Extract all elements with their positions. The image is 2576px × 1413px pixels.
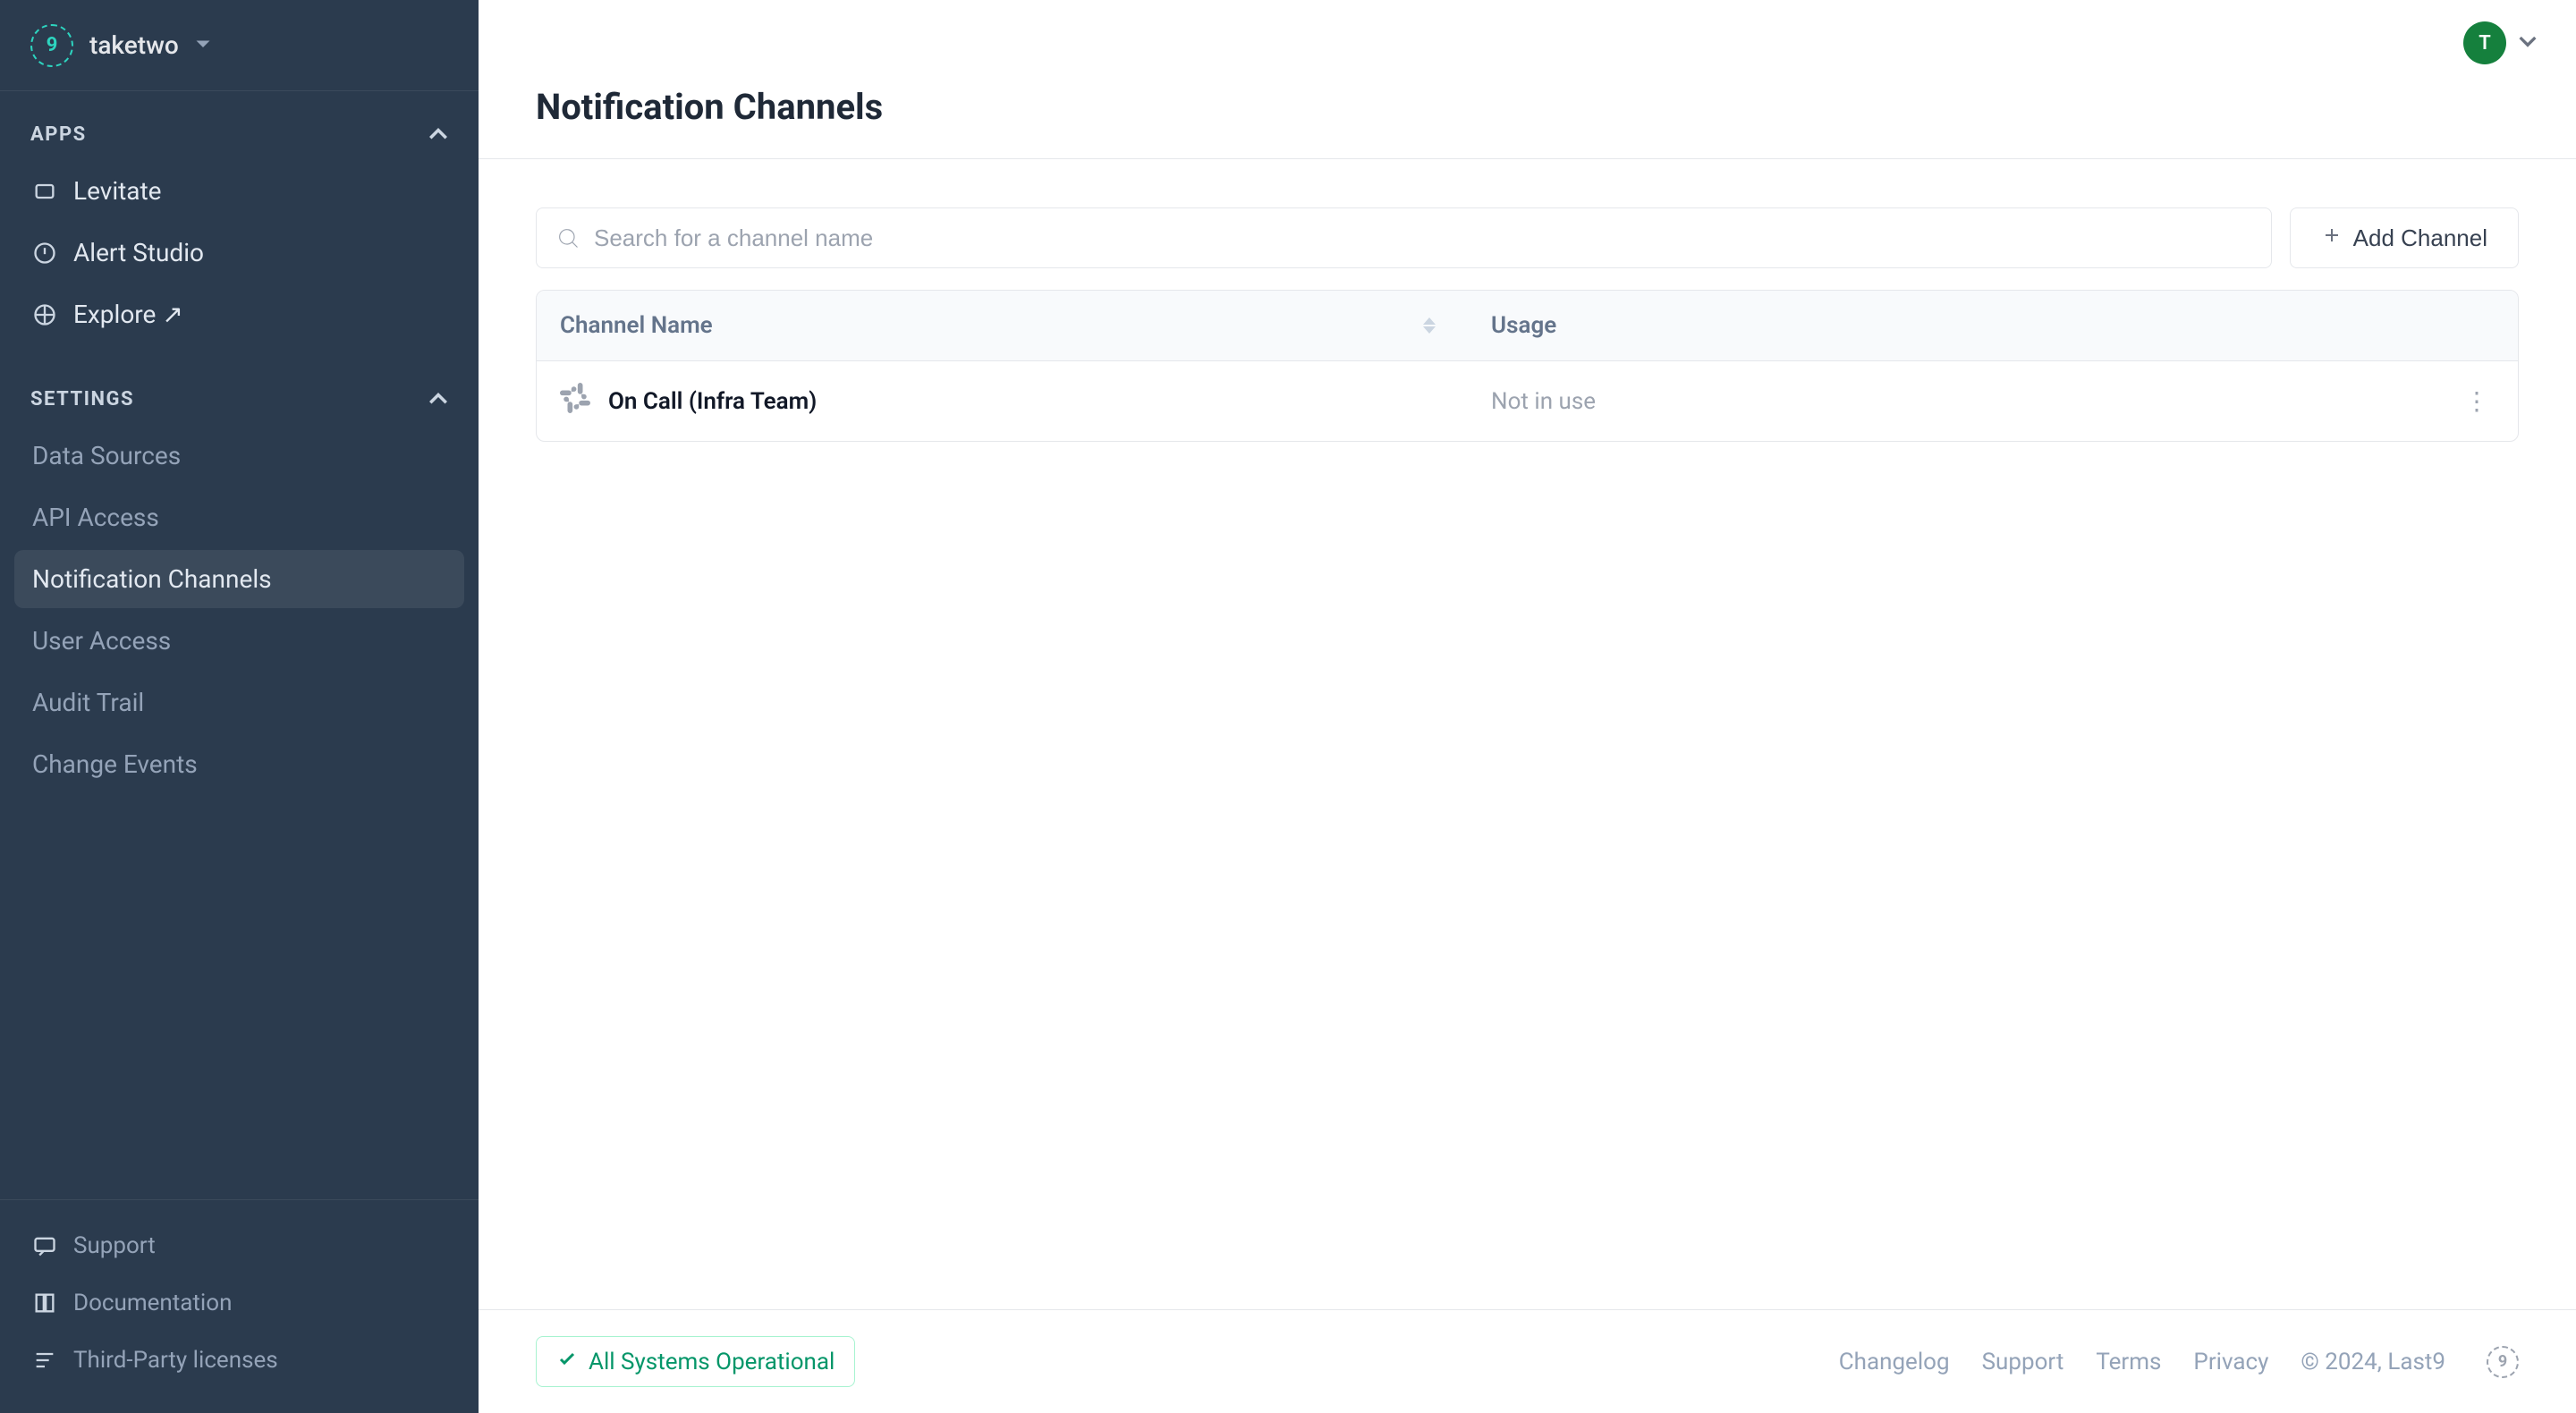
nav-item-label: Change Events [32, 749, 198, 779]
section-apps-header[interactable]: APPS [14, 106, 464, 162]
caret-down-icon [195, 37, 211, 54]
section-label: APPS [30, 123, 87, 146]
nav-item-label: Support [73, 1232, 156, 1259]
sort-icon [1423, 317, 1436, 334]
slack-icon [560, 383, 590, 419]
nav-item-label: User Access [32, 626, 171, 656]
channel-name: On Call (Infra Team) [608, 388, 817, 415]
page-title: Notification Channels [536, 86, 2519, 128]
avatar[interactable]: T [2463, 21, 2506, 64]
footer-link-privacy[interactable]: Privacy [2193, 1349, 2268, 1375]
org-name: taketwo [89, 30, 179, 60]
topbar: T [479, 0, 2576, 86]
brand-logo-small-icon: 9 [2487, 1346, 2519, 1378]
check-icon [556, 1348, 578, 1375]
sidebar-support[interactable]: Support [14, 1218, 464, 1273]
nav-item-label: Notification Channels [32, 564, 272, 594]
column-header-name[interactable]: Channel Name [537, 291, 1468, 360]
alert-icon [32, 241, 57, 266]
column-header-usage: Usage [1468, 291, 2446, 360]
status-text: All Systems Operational [589, 1349, 835, 1375]
nav-item-label: Alert Studio [73, 238, 204, 267]
column-label: Channel Name [560, 312, 713, 339]
sidebar-item-api-access[interactable]: API Access [14, 488, 464, 546]
main-content: T Notification Channels [479, 0, 2576, 1413]
footer-link-terms[interactable]: Terms [2096, 1349, 2161, 1375]
layers-icon [32, 179, 57, 204]
chevron-up-icon [428, 391, 448, 408]
book-icon [32, 1290, 57, 1316]
footer: All Systems Operational Changelog Suppor… [479, 1309, 2576, 1413]
column-label: Usage [1491, 312, 1556, 339]
chevron-down-icon[interactable] [2519, 35, 2537, 52]
add-channel-button[interactable]: Add Channel [2290, 207, 2519, 268]
sidebar-item-audit-trail[interactable]: Audit Trail [14, 673, 464, 732]
table-row[interactable]: On Call (Infra Team) Not in use ⋮ [537, 361, 2518, 441]
nav-item-label: Audit Trail [32, 688, 144, 717]
message-icon [32, 1233, 57, 1258]
sidebar-third-party-licenses[interactable]: Third-Party licenses [14, 1333, 464, 1388]
row-actions-menu[interactable]: ⋮ [2459, 384, 2495, 419]
explore-icon [32, 302, 57, 327]
sidebar-item-explore[interactable]: Explore ↗ [14, 285, 464, 343]
sidebar-item-alert-studio[interactable]: Alert Studio [14, 224, 464, 282]
sidebar-documentation[interactable]: Documentation [14, 1275, 464, 1331]
list-icon [32, 1348, 57, 1373]
sidebar-item-change-events[interactable]: Change Events [14, 735, 464, 793]
nav-item-label: Third-Party licenses [73, 1347, 278, 1374]
brand-logo-icon: 9 [30, 24, 73, 67]
section-label: SETTINGS [30, 388, 134, 410]
copyright: © 2024, Last9 [2301, 1349, 2445, 1375]
usage-text: Not in use [1491, 388, 1596, 415]
nav-item-label: Levitate [73, 176, 162, 206]
chevron-up-icon [428, 126, 448, 143]
section-settings-header[interactable]: SETTINGS [14, 370, 464, 427]
nav-item-label: Explore ↗ [73, 300, 183, 329]
footer-link-support[interactable]: Support [1982, 1349, 2064, 1375]
nav-item-label: API Access [32, 503, 159, 532]
sidebar: 9 taketwo APPS Levitate [0, 0, 479, 1413]
column-header-actions [2446, 291, 2518, 360]
sidebar-item-user-access[interactable]: User Access [14, 612, 464, 670]
sidebar-item-levitate[interactable]: Levitate [14, 162, 464, 220]
sidebar-item-data-sources[interactable]: Data Sources [14, 427, 464, 485]
footer-link-changelog[interactable]: Changelog [1839, 1349, 1950, 1375]
org-switcher[interactable]: 9 taketwo [0, 0, 479, 91]
system-status-pill[interactable]: All Systems Operational [536, 1336, 855, 1387]
nav-item-label: Documentation [73, 1290, 232, 1316]
channels-table: Channel Name Usage [536, 290, 2519, 442]
search-input[interactable] [536, 207, 2272, 268]
sidebar-item-notification-channels[interactable]: Notification Channels [14, 550, 464, 608]
search-icon [555, 225, 580, 250]
button-label: Add Channel [2353, 224, 2487, 252]
plus-icon [2321, 224, 2343, 252]
nav-item-label: Data Sources [32, 441, 181, 470]
